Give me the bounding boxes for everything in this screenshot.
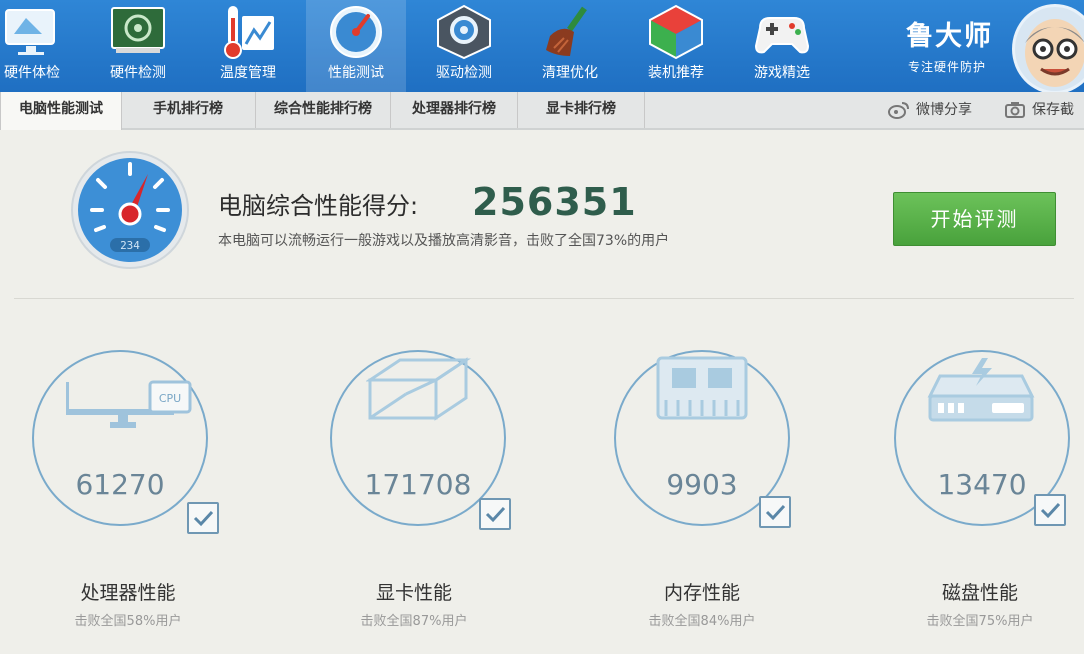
memory-chip-icon <box>656 356 748 420</box>
gamepad-icon <box>754 17 810 54</box>
start-benchmark-button[interactable]: 开始评测 <box>893 192 1056 246</box>
weibo-share-button[interactable]: 微博分享 <box>888 92 972 128</box>
performance-gauge-icon: 234 <box>71 151 189 269</box>
cube-icon <box>649 4 703 60</box>
cpu-monitor-icon: CPU <box>66 380 192 428</box>
nav-game-picks[interactable]: 游戏精选 <box>732 0 832 92</box>
hardware-board-icon <box>111 7 165 53</box>
disk-drive-icon <box>927 358 1035 422</box>
nav-build-recommend[interactable]: 装机推荐 <box>626 0 726 92</box>
top-toolbar: 硬件体检 硬件检测 温度管理 性能测试 驱动检测 清理优化 装机推荐 游戏精选 … <box>0 0 1084 94</box>
gpu-checkbox[interactable] <box>479 498 511 530</box>
nav-hardware-detect[interactable]: 硬件检测 <box>88 0 188 92</box>
thermometer-icon <box>224 6 274 59</box>
gauge-readout: 234 <box>120 239 140 252</box>
checkmark-icon <box>485 506 506 523</box>
nav-clean-optimize[interactable]: 清理优化 <box>520 0 620 92</box>
nav-driver-detect[interactable]: 驱动检测 <box>414 0 514 92</box>
nav-label: 游戏精选 <box>754 65 810 81</box>
gpu-score: 171708 <box>364 468 472 501</box>
avatar-face-icon <box>1025 19 1084 87</box>
checkmark-icon <box>1040 502 1061 519</box>
broom-icon <box>546 6 587 56</box>
save-screenshot-button[interactable]: 保存截 <box>1004 92 1074 128</box>
nav-label: 硬件检测 <box>110 65 166 81</box>
weibo-share-label: 微博分享 <box>916 102 972 118</box>
cpu-checkbox[interactable] <box>187 502 219 534</box>
disk-performance-card: 13470 磁盘性能 击败全国75%用户 <box>894 350 1084 650</box>
memory-performance-card: 9903 内存性能 击败全国84%用户 <box>614 350 854 650</box>
brand-tagline: 专注硬件防护 <box>908 60 987 74</box>
score-title: 电脑综合性能得分: <box>218 192 419 220</box>
nav-temperature[interactable]: 温度管理 <box>198 0 298 92</box>
nav-performance-test[interactable]: 性能测试 <box>306 0 406 92</box>
cpu-performance-card: CPU 61270 处理器性能 击败全国58%用户 <box>32 350 272 650</box>
section-divider <box>14 298 1074 299</box>
gear-cube-icon <box>437 4 491 60</box>
graphics-cube-icon <box>366 357 471 421</box>
nav-label: 性能测试 <box>328 65 384 81</box>
nav-label: 装机推荐 <box>648 65 704 81</box>
gpu-label: 显卡性能 <box>375 582 452 604</box>
tab-bar: 电脑性能测试 手机排行榜 综合性能排行榜 处理器排行榜 显卡排行榜 微博分享 保… <box>0 92 1084 130</box>
camera-icon <box>1005 102 1025 118</box>
disk-checkbox[interactable] <box>1034 494 1066 526</box>
cpu-label: 处理器性能 <box>80 582 176 604</box>
tab-phone-ranking[interactable]: 手机排行榜 <box>121 92 256 128</box>
score-description: 本电脑可以流畅运行一般游戏以及播放高清影音，击败了全国73%的用户 <box>218 233 670 249</box>
nav-label: 驱动检测 <box>436 65 492 81</box>
tab-gpu-ranking[interactable]: 显卡排行榜 <box>518 92 645 128</box>
gpu-performance-card: 171708 显卡性能 击败全国87%用户 <box>330 350 570 650</box>
disk-beat-text: 击败全国75%用户 <box>926 614 1034 629</box>
tab-overall-ranking[interactable]: 综合性能排行榜 <box>256 92 391 128</box>
cpu-score: 61270 <box>75 468 165 501</box>
memory-label: 内存性能 <box>663 582 740 604</box>
nav-hardware-checkup[interactable]: 硬件体检 <box>0 0 82 92</box>
memory-checkbox[interactable] <box>759 496 791 528</box>
nav-label: 硬件体检 <box>4 65 60 81</box>
monitor-check-icon <box>5 9 55 55</box>
checkmark-icon <box>193 510 214 527</box>
cpu-icon-label: CPU <box>159 392 181 405</box>
checkmark-icon <box>765 504 786 521</box>
gpu-beat-text: 击败全国87%用户 <box>360 614 468 629</box>
disk-label: 磁盘性能 <box>941 582 1018 604</box>
nav-label: 温度管理 <box>220 65 276 81</box>
save-screenshot-label: 保存截 <box>1032 102 1074 118</box>
memory-beat-text: 击败全国84%用户 <box>648 614 756 629</box>
weibo-icon <box>888 102 909 119</box>
tab-pc-performance[interactable]: 电脑性能测试 <box>0 92 122 130</box>
tab-cpu-ranking[interactable]: 处理器排行榜 <box>391 92 518 128</box>
overall-score-value: 256351 <box>472 180 637 224</box>
brand-name: 鲁大师 <box>906 21 993 52</box>
speedometer-icon <box>330 6 382 58</box>
cpu-beat-text: 击败全国58%用户 <box>74 614 182 629</box>
master-lu-avatar-icon[interactable] <box>1012 4 1084 94</box>
nav-label: 清理优化 <box>542 65 598 81</box>
